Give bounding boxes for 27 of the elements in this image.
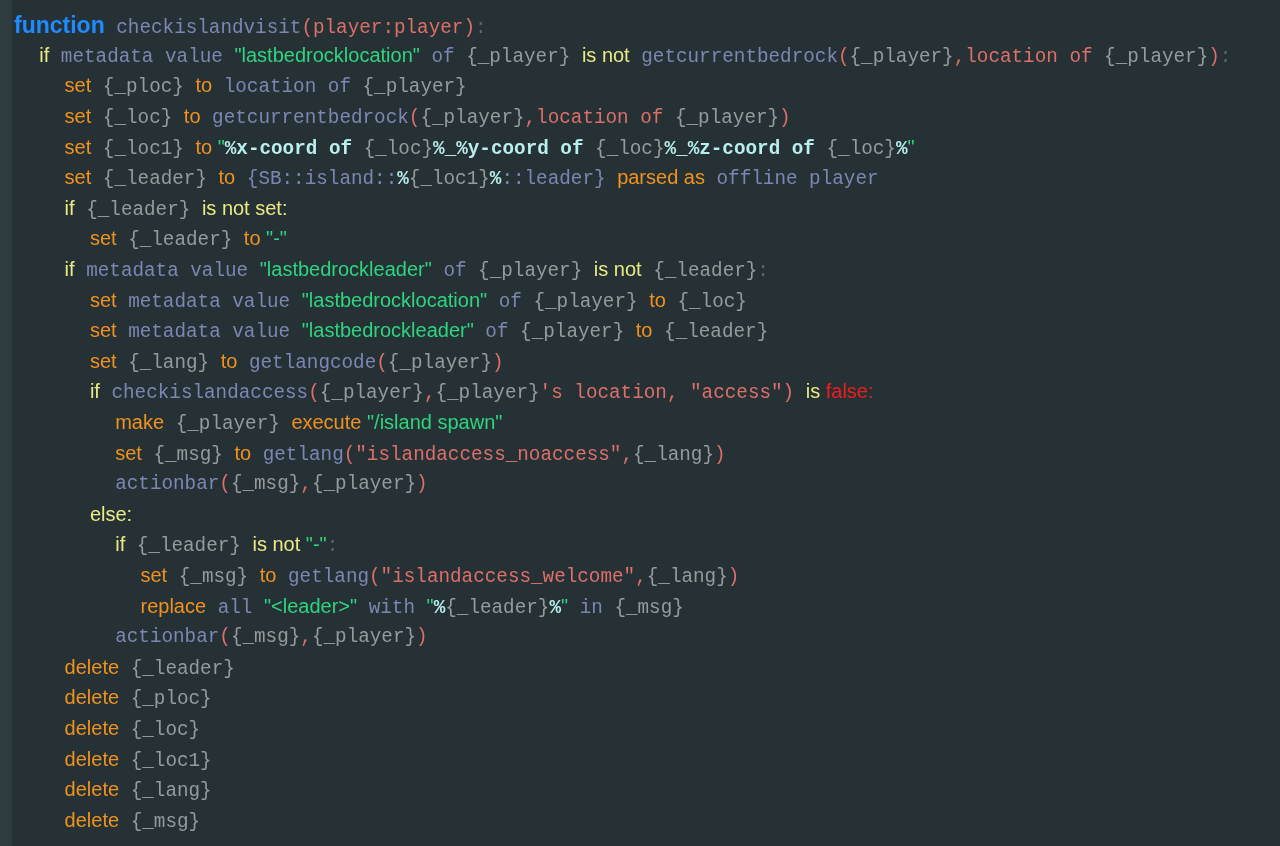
code-line: if {_leader} is not "-": [115,533,339,558]
code-line: set {_leader} to {SB::island::%{_loc1}%::leader} parsed as offline player [64,166,879,191]
code-line: set {_lang} to getlangcode({_player}) [89,349,504,374]
code-line: make {_player} execute "/island spawn" [115,411,503,435]
code-line: set {_msg} to getlang("islandaccess_welcome",{_lang}) [140,564,740,588]
code-line: replace all "<leader>" with "%{_leader}%" in {_msg} [140,594,684,619]
code-line: set {_loc1} to "%x-coord of {_loc}%_%y-coord of {_loc}%_%z-coord of {_loc}%" [64,135,915,160]
code-line: delete {_msg} [64,808,201,833]
code-line: delete {_loc} [64,716,201,741]
code-line: delete {_leader} [64,655,235,680]
code-line: delete {_loc1} [64,747,212,772]
code-line: set metadata value "lastbedrocklocation" of {_player} to {_loc} [89,288,747,313]
code-line: set {_ploc} to location of {_player} [64,74,467,99]
code-line: delete {_lang} [64,778,212,803]
code-line: delete {_ploc} [64,686,212,711]
code-line: actionbar({_msg},{_player}) [115,626,428,649]
code-line: if metadata value "lastbedrockleader" of {_player} is not {_leader}: [64,258,769,283]
code-line: function checkislandvisit(player:player): [14,11,487,39]
code-line: set {_msg} to getlang("islandaccess_noaccess",{_lang}) [115,441,726,466]
code-line: if metadata value "lastbedrocklocation" of {_player} is not getcurrentbedrock({_player},location of {_player}): [39,43,1232,68]
code-line: set {_loc} to getcurrentbedrock({_player},location of {_player}) [64,105,791,130]
code-line: set metadata value "lastbedrockleader" of {_player} to {_leader} [89,319,769,344]
code-line: actionbar({_msg},{_player}) [115,473,428,496]
code-line: else: [89,502,133,527]
code-line: if {_leader} is not set: [64,196,288,221]
code-line: set {_leader} to "-" [89,227,287,252]
code-line: if checkislandaccess({_player},{_player}'s location, "access") is false: [89,380,874,405]
